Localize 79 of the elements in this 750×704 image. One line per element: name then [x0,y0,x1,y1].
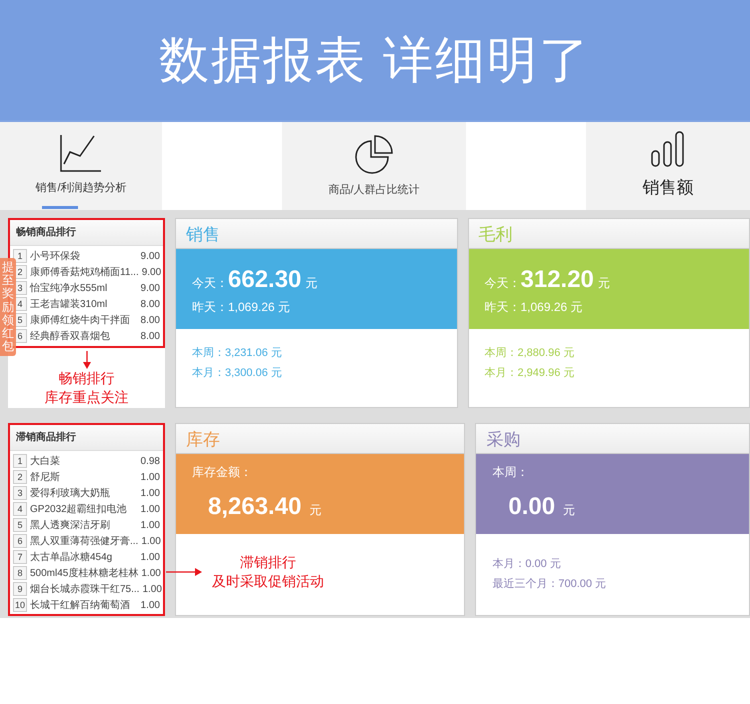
summary-line: 本周：2,880.96 元 [484,346,576,361]
product-name: 太古单晶冰糖454g [30,550,114,564]
line-chart-icon [60,134,102,172]
summary-line: 昨天：1,069.26 元 [192,299,292,316]
product-name: 烟台长城赤霞珠干红75... [30,582,140,596]
day-label: 今天： [192,275,228,292]
tab[interactable]: 销售额 [586,122,750,210]
panel-title: 畅销商品排行 [10,220,163,246]
sales-value: 1.00 [141,534,161,548]
product-name: 黑人双重薄荷强健牙膏... [30,534,138,548]
amount-value: 312.20 [520,265,594,295]
bar-chart-icon [651,131,685,168]
product-name: 舒尼斯 [30,470,61,484]
sales-value: 8.00 [140,314,160,328]
product-name: GP2032超霸纽扣电池 [30,502,128,516]
card-title: 销售 [186,225,220,244]
product-name: 小号环保袋 [30,250,81,264]
day-label: 今天： [484,275,520,292]
sales-value: 1.00 [140,598,160,612]
sales-value: 9.00 [140,282,160,296]
tab[interactable]: 销售/利润趋势分析 [0,122,162,210]
panel-title: 滞销商品排行 [10,425,163,451]
sales-value: 9.00 [140,250,160,264]
product-name: 经典醇香双喜烟包 [30,330,111,344]
rank-number: 9 [13,582,27,596]
sales-value: 1.00 [140,470,160,484]
sales-value: 0.98 [140,454,160,468]
product-name: 康师傅香菇炖鸡桶面11... [30,266,139,280]
banner-title: 数据报表 详细明了 [159,31,591,90]
card-title: 毛利 [478,225,512,244]
sales-value: 1.00 [140,486,160,500]
unit-label: 元 [598,275,610,292]
summary-line: 本月：3,300.06 元 [192,366,283,381]
summary-line: 最近三个月：700.00 元 [492,577,608,592]
product-name: 王老吉罐装310ml [30,298,108,312]
amount-label: 库存金额： [192,464,252,481]
summary-line: 本月：0.00 元 [492,557,562,572]
rank-number: 6 [13,534,27,548]
unit-label: 元 [305,275,318,292]
product-name: 怡宝纯净水555ml [30,282,108,296]
sales-value: 1.00 [140,502,160,516]
product-name: 黑人透爽深洁牙刷 [30,518,111,532]
rank-number: 8 [13,566,27,580]
rank-number: 3 [13,486,27,500]
rank-number: 1 [13,454,27,468]
card-title: 库存 [186,430,220,449]
sales-value: 9.00 [142,266,162,280]
amount-label: 本周： [492,464,528,481]
card-title: 采购 [486,430,520,449]
amount-value: 0.00 [508,492,556,522]
sales-value: 1.00 [140,518,160,532]
summary-line: 昨天：1,069.26 元 [484,299,584,316]
rank-number: 2 [13,470,27,484]
sales-value: 1.00 [140,550,160,564]
sales-value: 8.00 [140,330,160,344]
pie-chart-icon [354,134,394,174]
tab[interactable]: 商品/人群占比统计 [282,122,466,210]
rank-number: 1 [13,249,27,263]
annotation-text: 畅销排行 库存重点关注 [44,369,130,407]
product-name: 康师傅红烧牛肉干拌面 [30,314,131,328]
unit-label: 元 [309,502,322,519]
product-name: 长城干红解百纳葡萄酒 [30,598,131,612]
unit-label: 元 [563,502,576,519]
product-name: 500ml45度桂林糖老桂林 [30,566,138,580]
product-name: 大白菜 [30,454,61,468]
rank-number: 4 [13,502,27,516]
amount-value: 662.30 [228,265,302,295]
sales-value: 1.00 [142,582,162,596]
rank-number: 10 [13,598,27,612]
summary-line: 本月：2,949.96 元 [484,366,576,381]
annotation-text: 滞销排行 及时采取促销活动 [212,553,324,591]
summary-line: 本周：3,231.06 元 [192,346,283,361]
product-name: 爱得利玻璃大奶瓶 [30,486,111,500]
rank-number: 5 [13,518,27,532]
sales-value: 1.00 [141,566,161,580]
rank-number: 7 [13,550,27,564]
annotation-arrow [82,351,90,369]
sales-value: 8.00 [140,298,160,312]
amount-value: 8,263.40 [208,492,302,522]
